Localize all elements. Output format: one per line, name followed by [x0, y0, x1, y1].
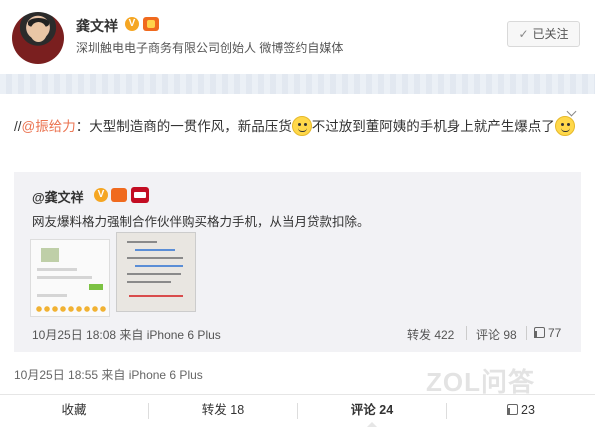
- separator: [526, 326, 527, 340]
- thumbnail-line: [37, 294, 67, 297]
- favorite-button[interactable]: 收藏: [0, 395, 148, 427]
- comment-button[interactable]: 评论 24: [298, 395, 446, 427]
- reposted-content[interactable]: @龚文祥 V 网友爆料格力强制合作伙伴购买格力手机，从当月贷款扣除。 10月25…: [14, 172, 581, 352]
- section-divider: [0, 74, 595, 94]
- thumbnail-highlight: [135, 249, 175, 251]
- follow-label: 已关注: [532, 27, 569, 41]
- image-thumbnail[interactable]: [116, 232, 196, 312]
- level-icon: [111, 188, 127, 202]
- image-thumbnail[interactable]: [30, 239, 110, 317]
- avatar-face: [30, 22, 47, 42]
- repost-author[interactable]: @龚文祥: [32, 187, 84, 206]
- post-time-source[interactable]: 10月25日 18:55 来自 iPhone 6 Plus: [14, 366, 203, 383]
- emoji-icon: [291, 116, 312, 136]
- tmall-icon: [131, 187, 149, 203]
- follow-button[interactable]: ✓ 已关注: [507, 21, 580, 47]
- verified-icon: V: [94, 188, 108, 202]
- emoji-icon: [554, 116, 575, 136]
- thumbnail-line: [127, 273, 181, 275]
- watermark: ZOL问答: [426, 367, 535, 397]
- thumbnail-line: [127, 281, 171, 283]
- separator: [466, 326, 467, 340]
- post-text: //@振给力：大型制造商的一贯作风，新品压货 不过放到董阿姨的手机身上就产生爆点了: [14, 116, 584, 138]
- like-count: 23: [521, 403, 535, 417]
- repost-repost-count[interactable]: 转发 422: [407, 326, 454, 343]
- thumbs-up-icon: [507, 404, 519, 415]
- author-name[interactable]: 龚文祥: [76, 16, 118, 36]
- level-icon: [143, 17, 159, 31]
- mention-link[interactable]: @振给力: [22, 119, 76, 134]
- repost-comment-count[interactable]: 评论 98: [476, 326, 517, 343]
- thumbnail-line: [127, 257, 183, 259]
- thumbnail-line: [37, 276, 92, 279]
- repost-text: 网友爆料格力强制合作伙伴购买格力手机，从当月贷款扣除。: [32, 215, 370, 229]
- repost-like-button[interactable]: 77: [534, 326, 561, 340]
- post-card: //@振给力：大型制造商的一贯作风，新品压货 不过放到董阿姨的手机身上就产生爆点了…: [0, 94, 595, 427]
- check-icon: ✓: [518, 27, 529, 41]
- avatar[interactable]: [12, 12, 64, 64]
- repost-button[interactable]: 转发 18: [149, 395, 297, 427]
- thumbnail-inner-image: [41, 248, 59, 262]
- post-text-part1: ：大型制造商的一贯作风，新品压货: [75, 119, 292, 134]
- author-bio: 深圳触电电子商务有限公司创始人 微博签约自媒体: [76, 41, 344, 55]
- thumbnail-line: [127, 241, 157, 243]
- thumbnail-line: [37, 268, 77, 271]
- post-text-part2: 不过放到董阿姨的手机身上就产生爆点了: [311, 119, 555, 134]
- action-bar: 收藏 转发 18 评论 24 23: [0, 394, 595, 427]
- thumbnail-annotation: [129, 291, 183, 297]
- thumbnail-bubble: [89, 284, 103, 290]
- repost-time-source[interactable]: 10月25日 18:08 来自 iPhone 6 Plus: [32, 326, 221, 343]
- thumbnail-highlight: [135, 265, 183, 267]
- thumbnail-emoji-row: [35, 306, 107, 312]
- repost-prefix: //: [14, 119, 22, 134]
- repost-like-count: 77: [548, 326, 562, 340]
- thumbs-up-icon: [534, 327, 545, 338]
- like-button[interactable]: 23: [447, 395, 595, 427]
- verified-icon: V: [125, 17, 139, 31]
